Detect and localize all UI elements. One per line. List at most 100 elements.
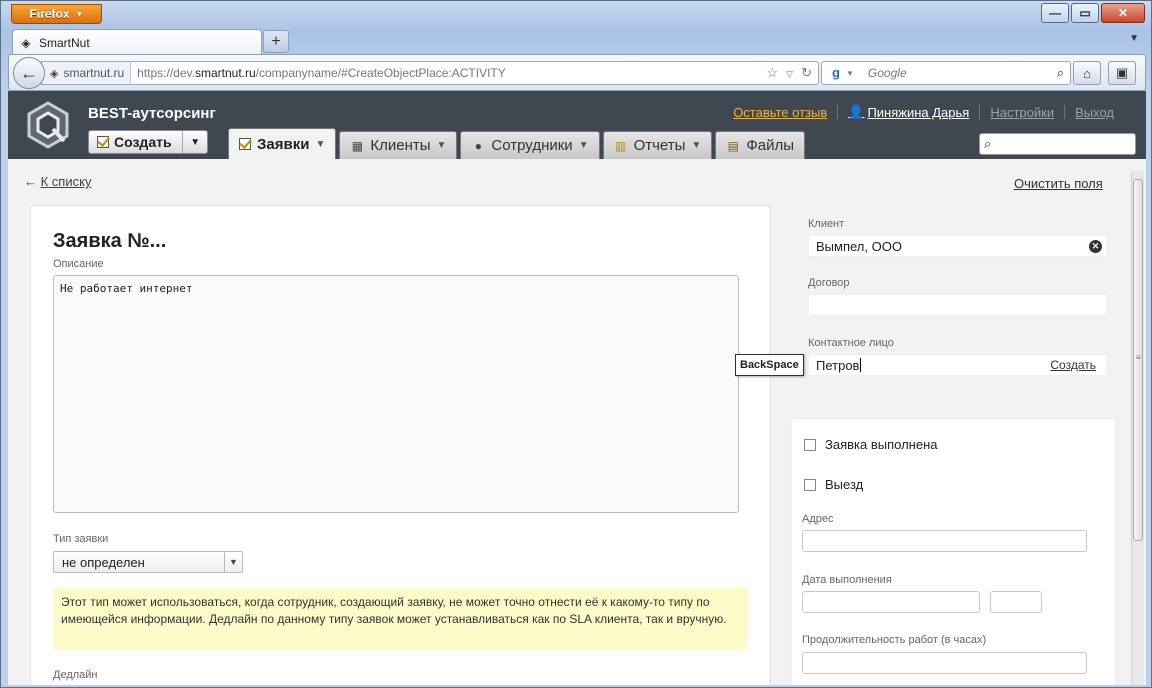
address-label: Адрес [802, 513, 834, 525]
completion-time-input[interactable] [990, 591, 1042, 613]
url-bar[interactable]: ◈ smartnut.ru https://dev.smartnut.ru/co… [41, 61, 819, 85]
tab-employees-label: Сотрудники [491, 137, 573, 154]
plus-icon: + [271, 32, 281, 50]
navigation-toolbar: ◈ smartnut.ru https://dev.smartnut.ru/co… [8, 54, 1146, 91]
chevron-down-icon[interactable]: ▼ [579, 140, 589, 151]
client-field[interactable]: Вымпел, ООО ✕ [808, 235, 1107, 257]
trip-label: Выезд [825, 477, 864, 492]
tab-files-label: Файлы [746, 137, 795, 154]
address-input[interactable] [802, 530, 1087, 552]
create-dropdown-chevron-icon[interactable]: ▼ [183, 137, 207, 148]
tab-reports[interactable]: ▥ Отчеты ▼ [602, 131, 713, 159]
chevron-down-icon[interactable]: ▼ [437, 140, 447, 151]
file-icon: ▤ [727, 138, 740, 153]
done-checkbox-row[interactable]: Заявка выполнена [804, 437, 937, 452]
web-search-placeholder: Google [867, 66, 907, 80]
create-contact-link[interactable]: Создать [1050, 358, 1096, 372]
firefox-menu-button[interactable]: Firefox ▼ [11, 4, 102, 24]
smartnut-logo-icon [27, 101, 69, 149]
chevron-down-icon[interactable]: ▼ [691, 140, 701, 151]
feedback-link[interactable]: Оставьте отзыв [733, 105, 827, 120]
google-icon: g [832, 65, 840, 80]
smartnut-favicon-icon: ◈ [21, 35, 31, 50]
request-type-label: Тип заявки [53, 533, 109, 545]
back-to-list-label: К списку [40, 174, 92, 189]
request-type-value: не определен [62, 554, 145, 570]
url-text[interactable]: https://dev.smartnut.ru/companyname/#Cre… [131, 66, 506, 80]
maximize-icon[interactable]: ▭ [1071, 3, 1099, 23]
page-scrollbar[interactable]: ≡ [1131, 171, 1144, 685]
contact-label: Контактное лицо [808, 337, 894, 349]
done-checkbox[interactable] [804, 438, 816, 451]
tab-employees[interactable]: ● Сотрудники ▼ [460, 131, 600, 159]
bookmark-star-icon[interactable]: ☆ [767, 65, 779, 83]
tab-list-chevron-icon[interactable]: ▼ [1129, 33, 1139, 44]
search-engine-chevron-icon[interactable]: ▼ [846, 69, 854, 78]
back-button[interactable]: ← [13, 57, 45, 89]
logout-link[interactable]: Выход [1075, 105, 1114, 120]
divider [979, 105, 981, 119]
url-prefix: https://dev. [137, 66, 195, 80]
clear-fields-link[interactable]: Очистить поля [1014, 176, 1103, 191]
client-value: Вымпел, ООО [816, 238, 902, 254]
minimize-icon[interactable]: — [1041, 3, 1069, 23]
user-link[interactable]: 👤 Пиняжина Дарья [848, 104, 969, 120]
window-controls: — ▭ ✕ [1041, 3, 1145, 23]
close-icon[interactable]: ✕ [1101, 3, 1145, 23]
contract-field[interactable] [808, 294, 1107, 316]
create-button[interactable]: Создать ▼ [88, 130, 208, 154]
work-duration-input[interactable] [802, 652, 1087, 674]
divider [1064, 105, 1066, 119]
search-icon[interactable]: ⌕ [1057, 65, 1064, 81]
scrollbar-thumb[interactable]: ≡ [1133, 179, 1143, 541]
site-identity[interactable]: ◈ smartnut.ru [42, 62, 132, 84]
contact-value: Петров [816, 357, 860, 373]
tab-requests-label: Заявки [257, 135, 310, 153]
contract-label: Договор [808, 277, 850, 289]
trip-checkbox-row[interactable]: Выезд [804, 477, 863, 492]
person-icon: ● [474, 138, 483, 153]
site-favicon-icon: ◈ [50, 67, 59, 80]
building-icon: ▦ [351, 138, 364, 153]
key-press-tooltip: BackSpace [735, 354, 804, 376]
web-search-input[interactable]: g ▼ Google ⌕ [821, 61, 1071, 85]
arrow-left-icon: ← [24, 174, 41, 189]
grip-icon: ≡ [1136, 353, 1141, 362]
contact-field[interactable]: Петров Создать [808, 354, 1107, 376]
reload-icon[interactable]: ↻ [801, 65, 812, 83]
trip-checkbox[interactable] [804, 478, 816, 491]
request-form-card: Заявка №... Описание Не работает интерне… [30, 205, 771, 685]
search-icon: ⌕ [984, 136, 992, 151]
app-header: BEST-аутсорсинг Оставьте отзыв 👤 Пиняжин… [8, 91, 1146, 159]
completion-date-input[interactable] [802, 591, 980, 613]
tab-files[interactable]: ▤ Файлы [715, 131, 806, 159]
clear-icon[interactable]: ✕ [1089, 240, 1102, 253]
firefox-menu-label: Firefox [29, 7, 70, 21]
home-icon: ⌂ [1083, 65, 1091, 81]
request-type-hint: Этот тип может использоваться, когда сот… [53, 587, 748, 650]
chevron-down-icon[interactable]: ▼ [315, 139, 325, 150]
check-icon [239, 138, 251, 150]
divider [837, 105, 839, 119]
request-type-select[interactable]: не определен ▼ [53, 551, 243, 573]
tab-requests[interactable]: Заявки ▼ [228, 128, 337, 159]
user-icon: 👤 [848, 104, 865, 119]
text-cursor [860, 358, 862, 372]
create-button-main[interactable]: Создать [89, 131, 184, 153]
home-button[interactable]: ⌂ [1073, 61, 1101, 85]
url-path: /companyname/#CreateObjectPlace:ACTIVITY [255, 66, 506, 80]
back-to-list-link[interactable]: ← К списку [24, 174, 91, 189]
check-icon [97, 136, 109, 148]
addon-button[interactable]: ▣ [1108, 61, 1136, 85]
browser-tab-smartnut[interactable]: ◈ SmartNut [12, 29, 262, 55]
dropdown-history-icon[interactable]: ▽ [786, 65, 793, 83]
done-label: Заявка выполнена [825, 437, 938, 452]
description-textarea[interactable]: Не работает интернет [53, 275, 739, 513]
new-tab-button[interactable]: + [263, 30, 289, 53]
url-actions: ☆ ▽ ↻ [767, 65, 812, 83]
create-button-label: Создать [114, 134, 172, 150]
settings-link[interactable]: Настройки [990, 105, 1054, 120]
tab-clients[interactable]: ▦ Клиенты ▼ [339, 131, 458, 159]
app-search-input[interactable]: ⌕ [979, 133, 1136, 155]
chevron-down-icon[interactable]: ▼ [224, 552, 242, 572]
